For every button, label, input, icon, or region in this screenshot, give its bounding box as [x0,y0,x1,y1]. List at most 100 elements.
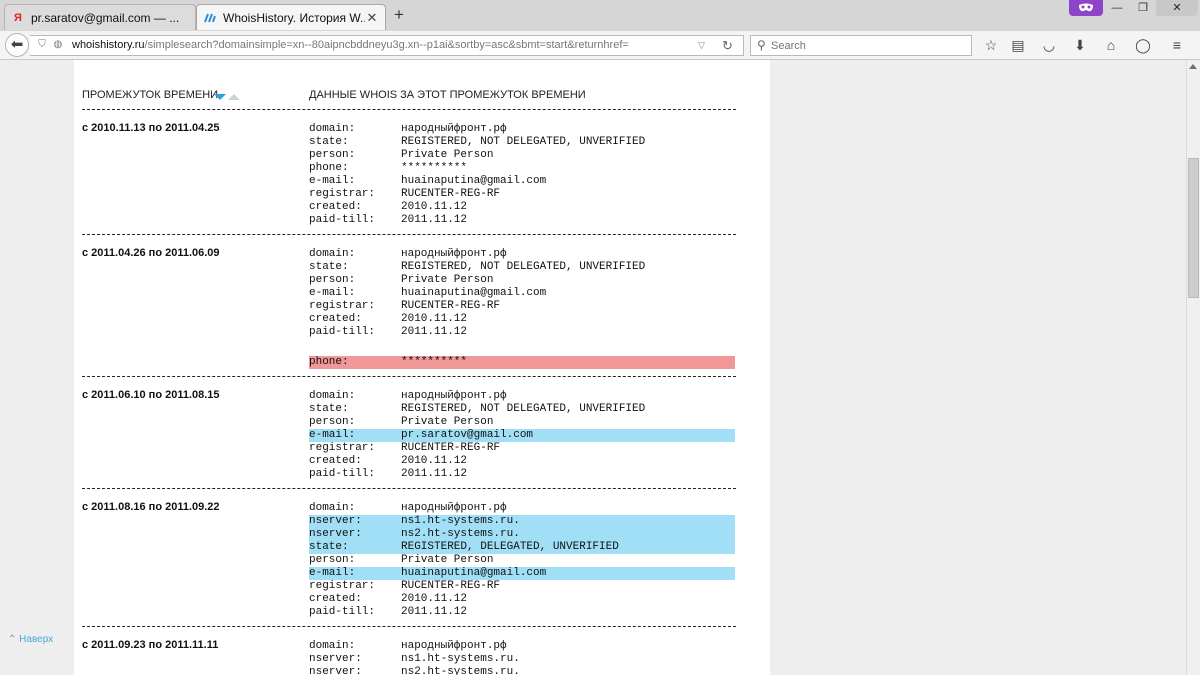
whois-field-key: registrar: [309,300,376,312]
search-box[interactable]: ⚲ [750,35,972,56]
whois-field-value: RUCENTER-REG-RF [401,580,501,592]
tab-label: WhoisHistory. История W... [223,10,365,25]
scrollbar-thumb[interactable] [1188,158,1199,298]
scroll-up-arrow-icon[interactable] [1189,64,1197,69]
whois-row: created: 2010.11.12 [309,201,735,214]
whois-field-value: REGISTERED, NOT DELEGATED, UNVERIFIED [401,261,646,273]
whois-field-value: huainaputina@gmail.com [401,175,547,187]
whois-field-key: domain: [309,390,356,402]
whois-row: nserver: ns2.ht-systems.ru. [309,666,735,675]
url-host: whoishistory.ru [72,39,145,51]
url-text[interactable]: whoishistory.ru/simplesearch?domainsimpl… [72,36,629,55]
chat-icon[interactable]: ◯ [1134,36,1152,54]
new-tab-icon[interactable]: + [390,6,408,24]
whois-field-key: state: [309,261,349,273]
whois-row: paid-till: 2011.11.12 [309,326,735,339]
search-input[interactable] [771,37,961,54]
whois-field-key: phone: [309,162,349,174]
whois-row: phone: ********** [309,162,735,175]
whois-field-value: 2010.11.12 [401,455,468,467]
reload-icon[interactable]: ↻ [722,36,733,55]
shield-icon[interactable]: ⛉ [36,39,48,51]
tab-gmail[interactable]: Я pr.saratov@gmail.com — ... [4,4,196,30]
column-header-period[interactable]: ПРОМЕЖУТОК ВРЕМЕНИ [82,89,218,101]
vertical-scrollbar[interactable] [1186,60,1200,675]
minimize-button[interactable]: — [1104,0,1130,16]
whois-field-value: 2011.11.12 [401,326,468,338]
download-icon[interactable]: ⬇ [1071,36,1089,54]
record-period: с 2011.06.10 по 2011.08.15 [82,389,220,401]
whois-field-value: Private Person [401,554,494,566]
whois-row: registrar: RUCENTER-REG-RF [309,188,735,201]
whois-field-key: state: [309,136,349,148]
tab-label: pr.saratov@gmail.com — ... [31,10,180,25]
whois-row: state: REGISTERED, NOT DELEGATED, UNVERIF… [309,136,735,149]
bookmark-star-icon[interactable]: ☆ [982,36,1000,54]
whois-field-key: person: [309,416,356,428]
whois-field-value: RUCENTER-REG-RF [401,442,501,454]
home-icon[interactable]: ⌂ [1102,36,1120,54]
tab-whoishistory[interactable]: WhoisHistory. История W... ✕ [196,4,386,30]
whois-row: e-mail: huainaputina@gmail.com [309,287,735,300]
back-to-top-label: Наверх [19,634,54,645]
whois-field-key: domain: [309,123,356,135]
back-arrow-icon[interactable]: ⬅ [5,33,29,57]
whois-row: paid-till: 2011.11.12 [309,468,735,481]
whois-field-value: REGISTERED, DELEGATED, UNVERIFIED [401,541,619,553]
whois-field-value: RUCENTER-REG-RF [401,188,501,200]
whois-row: person: Private Person [309,416,735,429]
whois-field-key: phone: [309,356,349,368]
record-separator [82,109,736,110]
search-icon: ⚲ [757,38,766,52]
whois-field-key: domain: [309,248,356,260]
double-chevron-up-icon: ⌃ [8,634,17,645]
whois-field-value: народныйфронт.рф [401,248,507,260]
whois-field-value: huainaputina@gmail.com [401,567,547,579]
globe-icon[interactable]: ◍ [52,39,64,51]
whois-row: domain: народныйфронт.рф [309,248,735,261]
whois-field-key: paid-till: [309,214,376,226]
record-period: с 2010.11.13 по 2011.04.25 [82,122,220,134]
whois-field-value: pr.saratov@gmail.com [401,429,534,441]
whois-row: registrar: RUCENTER-REG-RF [309,580,735,593]
whois-field-value: RUCENTER-REG-RF [401,300,501,312]
close-tab-icon[interactable]: ✕ [365,10,379,26]
whois-row: e-mail: huainaputina@gmail.com [309,175,735,188]
whois-row: person: Private Person [309,274,735,287]
pocket-icon[interactable]: ◡ [1040,36,1058,54]
whois-field-value: 2010.11.12 [401,313,468,325]
whois-field-value: ns1.ht-systems.ru. [401,515,520,527]
whois-field-key: nserver: [309,515,362,527]
close-window-button[interactable]: ✕ [1156,0,1198,16]
whois-history-table: ПРОМЕЖУТОК ВРЕМЕНИ ДАННЫЕ WHOIS ЗА ЭТОТ … [74,60,770,675]
whois-field-key: e-mail: [309,429,356,441]
whois-row: state: REGISTERED, NOT DELEGATED, UNVERIF… [309,261,735,274]
record-period: с 2011.04.26 по 2011.06.09 [82,247,220,259]
reading-list-icon[interactable]: ▤ [1009,36,1027,54]
whois-row: domain: народныйфронт.рф [309,502,735,515]
whois-row [309,339,735,352]
chevron-down-icon[interactable]: ▽ [698,36,705,55]
whois-field-key: state: [309,541,349,553]
restore-button[interactable]: ❐ [1130,0,1156,16]
url-path: /simplesearch?domainsimple=xn--80aipncbd… [144,39,629,51]
whois-field-value: ns1.ht-systems.ru. [401,653,520,665]
menu-icon[interactable]: ≡ [1168,36,1186,54]
sort-arrows-icon[interactable] [214,93,240,101]
navigation-toolbar: ⬅ ⛉ ◍ whoishistory.ru/simplesearch?domai… [0,31,1200,60]
whois-row-changed: nserver: ns1.ht-systems.ru. [309,515,735,528]
whois-field-value: 2011.11.12 [401,468,468,480]
whois-field-key: created: [309,201,362,213]
whois-field-key: paid-till: [309,468,376,480]
whois-row-changed: nserver: ns2.ht-systems.ru. [309,528,735,541]
record-separator [82,626,736,627]
url-bar[interactable]: ⛉ ◍ whoishistory.ru/simplesearch?domains… [30,35,744,56]
record-period: с 2011.09.23 по 2011.11.11 [82,639,219,651]
whois-field-value: ********** [401,356,468,368]
back-to-top-link[interactable]: ⌃ Наверх [8,634,53,645]
record-separator [82,234,736,235]
whois-row-changed: phone: ********** [309,356,735,369]
whois-record: domain: народныйфронт.рф state: REGISTERED,… [309,123,735,227]
whois-field-key: e-mail: [309,175,356,187]
whois-row: domain: народныйфронт.рф [309,640,735,653]
